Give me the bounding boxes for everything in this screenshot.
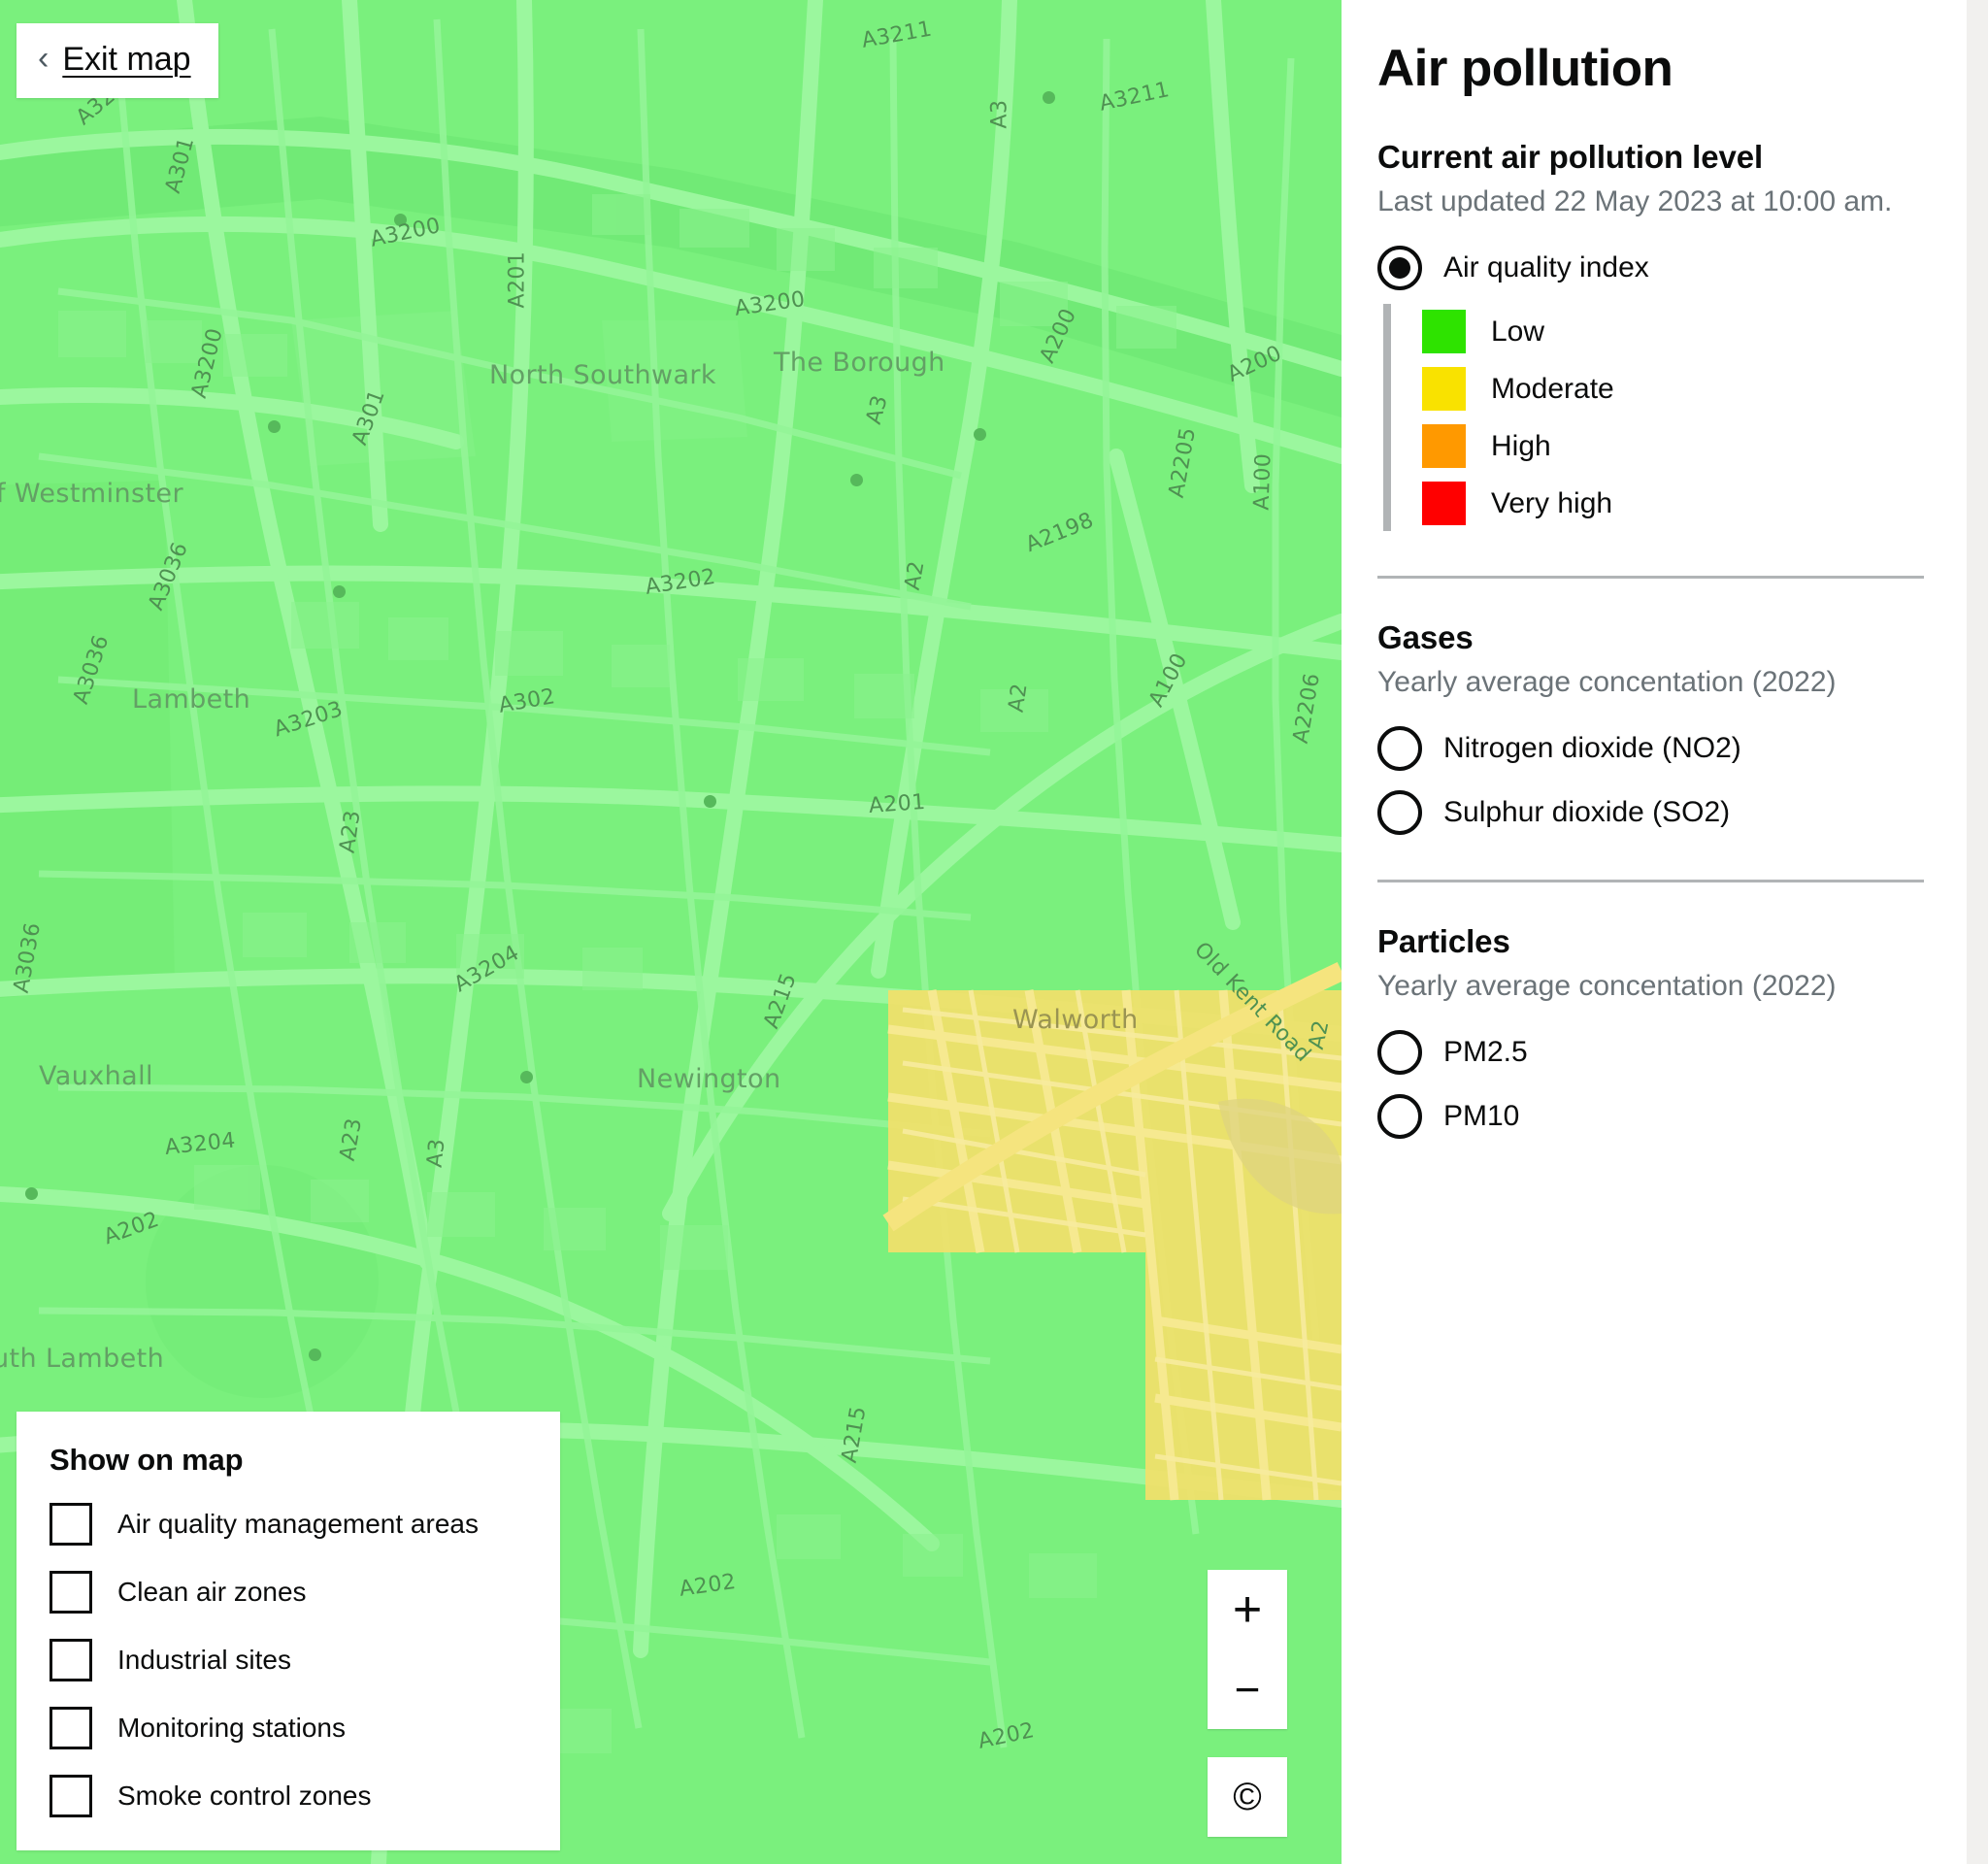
show-on-map-option[interactable]: Smoke control zones [50,1775,527,1817]
map-poi-dot [520,1071,533,1083]
map-poi-dot [309,1348,321,1361]
map-poi-dot [850,474,863,486]
map-attribution-button[interactable]: © [1208,1757,1287,1837]
legend-item: High [1422,424,1614,468]
air-quality-legend: Low Moderate High Very high [1383,304,1924,531]
air-pollution-map-page: North Southwark The Borough f Westminster L… [0,0,1988,1864]
checkbox-icon[interactable] [50,1571,92,1614]
radio-label: Nitrogen dioxide (NO2) [1443,732,1741,764]
map-poi-dot [333,585,346,598]
checkbox-label: Smoke control zones [117,1781,372,1811]
checkbox-label: Monitoring stations [117,1713,347,1743]
section-divider [1377,880,1924,882]
gases-subheading: Yearly average concentation (2022) [1377,666,1837,698]
radio-label: PM10 [1443,1100,1520,1132]
particle-option[interactable]: PM10 [1377,1094,1924,1139]
show-on-map-option[interactable]: Clean air zones [50,1571,527,1614]
exit-map-button[interactable]: ‹ Exit map [17,23,218,98]
gases-heading: Gases [1377,619,1474,655]
radio-icon-unselected[interactable] [1377,790,1422,835]
radio-icon-selected[interactable] [1377,246,1422,290]
legend-color-swatch [1422,367,1466,411]
map-poi-dot [704,795,716,808]
particle-option[interactable]: PM2.5 [1377,1030,1924,1075]
legend-label: Moderate [1491,372,1614,405]
legend-item: Very high [1422,482,1614,525]
show-on-map-list: Air quality management areas Clean air zo… [50,1503,527,1817]
checkbox-icon[interactable] [50,1503,92,1546]
legend-vertical-bar [1383,304,1391,531]
particles-radio-list: PM2.5 PM10 [1377,1030,1924,1139]
exit-map-label: Exit map [62,41,191,78]
gas-option[interactable]: Nitrogen dioxide (NO2) [1377,726,1924,771]
legend-item-list: Low Moderate High Very high [1422,304,1614,531]
legend-item: Low [1422,310,1614,353]
show-on-map-option[interactable]: Air quality management areas [50,1503,527,1546]
page-title: Air pollution [1377,40,1673,97]
radio-icon-unselected[interactable] [1377,726,1422,771]
radio-label: Air quality index [1443,251,1649,283]
legend-color-swatch [1422,310,1466,353]
chevron-left-icon: ‹ [38,39,50,77]
legend-item: Moderate [1422,367,1614,411]
map-poi-dot [1043,91,1055,104]
zoom-in-button[interactable]: + [1208,1570,1287,1649]
show-on-map-option[interactable]: Industrial sites [50,1639,527,1681]
legend-color-swatch [1422,424,1466,468]
particles-heading: Particles [1377,923,1510,959]
zoom-out-button[interactable]: − [1208,1649,1287,1729]
radio-icon-unselected[interactable] [1377,1030,1422,1075]
current-level-heading: Current air pollution level [1377,139,1764,175]
map-poi-dot [268,420,281,433]
gases-radio-list: Nitrogen dioxide (NO2) Sulphur dioxide (S… [1377,726,1924,835]
map-poi-dot [25,1187,38,1200]
legend-color-swatch [1422,482,1466,525]
last-updated-text: Last updated 22 May 2023 at 10:00 am. [1377,185,1893,217]
show-on-map-option[interactable]: Monitoring stations [50,1707,527,1749]
page-scrollbar[interactable] [1967,0,1988,1864]
checkbox-label: Air quality management areas [117,1509,479,1539]
map-poi-dot [394,214,407,226]
radio-air-quality-index[interactable]: Air quality index [1377,246,1924,290]
map-canvas[interactable]: North Southwark The Borough f Westminster L… [0,0,1342,1864]
checkbox-icon[interactable] [50,1775,92,1817]
checkbox-label: Industrial sites [117,1645,291,1675]
legend-label: Low [1491,315,1545,348]
section-divider [1377,576,1924,579]
checkbox-label: Clean air zones [117,1577,307,1607]
show-on-map-panel: Show on map Air quality management areas… [17,1412,560,1850]
gas-option[interactable]: Sulphur dioxide (SO2) [1377,790,1924,835]
map-poi-dot [974,428,986,441]
radio-icon-unselected[interactable] [1377,1094,1422,1139]
map-zoom-controls: + − [1208,1570,1287,1729]
checkbox-icon[interactable] [50,1639,92,1681]
radio-label: Sulphur dioxide (SO2) [1443,796,1731,828]
legend-label: High [1491,429,1551,462]
radio-label: PM2.5 [1443,1036,1528,1068]
moderate-zone-overlay [882,961,1342,1501]
checkbox-icon[interactable] [50,1707,92,1749]
show-on-map-title: Show on map [50,1443,244,1477]
particles-subheading: Yearly average concentation (2022) [1377,970,1837,1002]
air-pollution-sidebar: Air pollution Current air pollution leve… [1342,0,1988,1864]
legend-label: Very high [1491,486,1613,519]
